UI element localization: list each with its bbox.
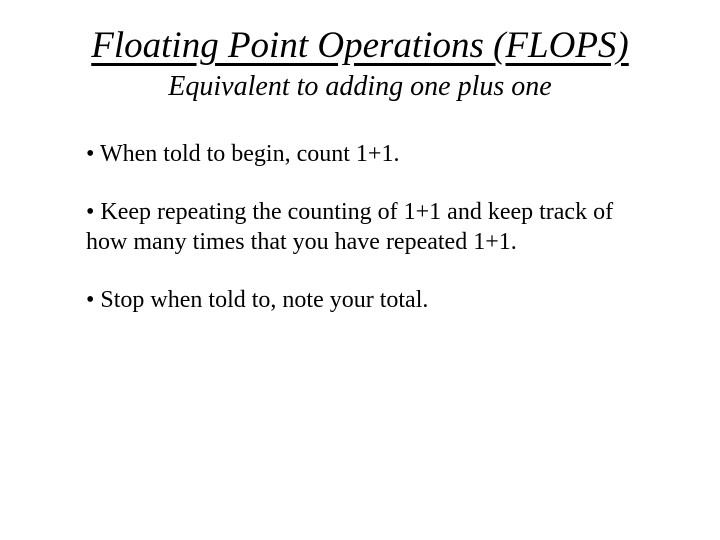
bullet-item: • When told to begin, count 1+1.	[86, 139, 634, 169]
slide: Floating Point Operations (FLOPS) Equiva…	[0, 0, 720, 315]
bullet-item: • Stop when told to, note your total.	[86, 285, 634, 315]
bullet-list: • When told to begin, count 1+1. • Keep …	[36, 139, 684, 315]
slide-title: Floating Point Operations (FLOPS)	[36, 24, 684, 67]
bullet-item: • Keep repeating the counting of 1+1 and…	[86, 197, 634, 257]
slide-subtitle: Equivalent to adding one plus one	[36, 71, 684, 103]
